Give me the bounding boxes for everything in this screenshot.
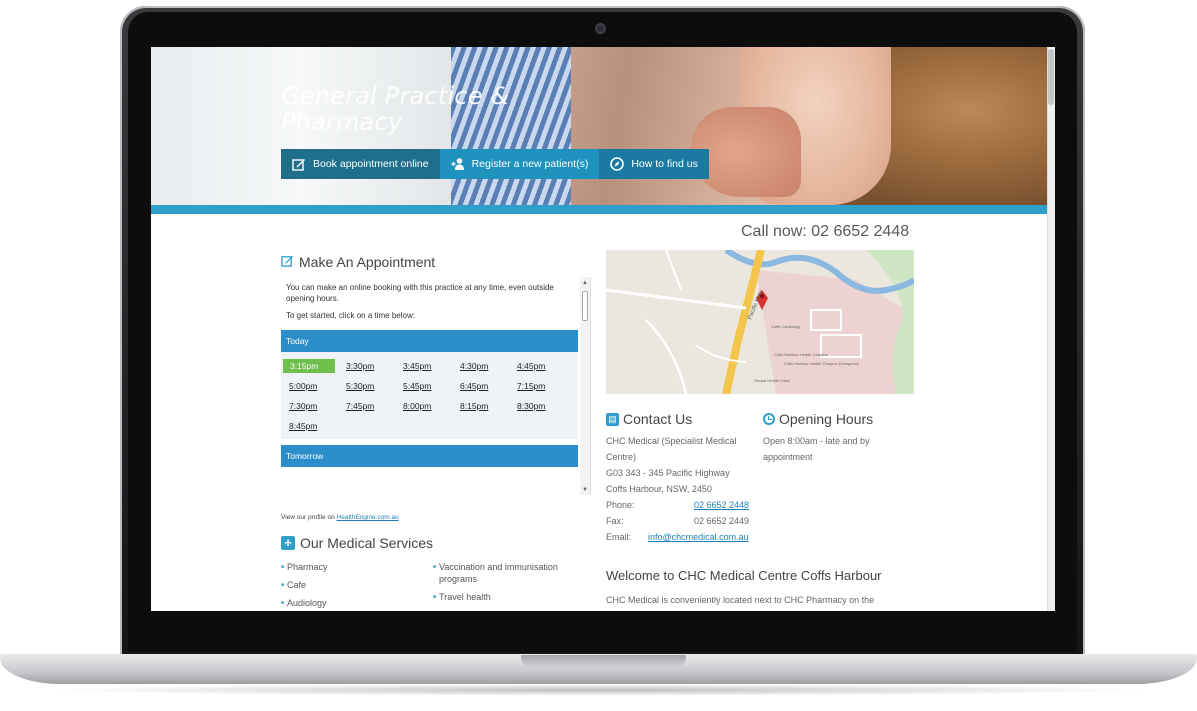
time-slot-grid: 3:15pm 3:30pm 3:45pm 4:30pm 4:45pm 5:00pm 5:30…	[281, 352, 578, 439]
hours-text: Open 8:00am - late and by appointment	[763, 436, 870, 462]
service-label: Vaccination and immunisation programs	[439, 562, 558, 584]
hero-nav: Book appointment online Register a new p…	[281, 149, 709, 179]
fax-value: 02 6652 2449	[694, 516, 750, 526]
edit-icon	[281, 254, 294, 270]
time-slot[interactable]: 7:30pm	[289, 399, 346, 413]
scroll-up-icon[interactable]: ▲	[582, 280, 588, 286]
call-now-text: Call now: 02 6652 2448	[741, 223, 910, 240]
profile-prefix: View our profile on	[281, 514, 335, 521]
contact-book-icon: ▤	[606, 412, 619, 426]
scroll-down-icon[interactable]: ▼	[582, 487, 588, 493]
contact-title: Contact Us	[623, 411, 693, 427]
time-slot[interactable]: 3:45pm	[403, 359, 460, 373]
hours-heading: Opening Hours	[763, 411, 873, 427]
day-header-today: Today	[281, 330, 578, 352]
time-slot[interactable]: 8:15pm	[460, 399, 517, 413]
map-label-clinic: Sexual Health Clinic	[754, 378, 790, 383]
time-slot[interactable]: 7:15pm	[517, 379, 574, 393]
profile-line: View our profile on HealthEngine.com.au	[281, 514, 399, 521]
hero-banner: General Practice & Pharmacy Book appoint…	[151, 47, 1047, 205]
time-slot[interactable]: 3:15pm	[283, 359, 335, 373]
day-header-tomorrow: Tomorrow	[281, 445, 578, 467]
phone-link[interactable]: 02 6652 2448	[694, 497, 749, 513]
services-list-right: Vaccination and immunisation programs Tr…	[433, 561, 585, 609]
service-item: Vaccination and immunisation programs	[433, 561, 585, 585]
phone-label: Phone:	[606, 500, 635, 510]
contact-phone-row: Phone: 02 6652 2448	[606, 497, 766, 513]
service-item: Cafe	[281, 579, 431, 591]
hours-title: Opening Hours	[779, 411, 874, 427]
add-user-icon	[451, 158, 464, 170]
contact-address-line2: Coffs Harbour, NSW, 2450	[606, 484, 712, 494]
services-list-left: Pharmacy Cafe Audiology	[281, 561, 431, 611]
service-label: Cafe	[287, 580, 307, 590]
service-label: Pharmacy	[287, 562, 328, 572]
contact-fax-row: Fax: 02 6652 2449	[606, 513, 766, 529]
fax-label: Fax:	[606, 516, 624, 526]
how-to-find-button[interactable]: How to find us	[599, 149, 709, 179]
appointment-instruction: To get started, click on a time below:	[286, 311, 415, 320]
contact-details: CHC Medical (Specialist Medical Centre) …	[606, 433, 766, 545]
book-appointment-button[interactable]: Book appointment online	[281, 149, 440, 179]
time-slot[interactable]: 7:45pm	[346, 399, 403, 413]
map-label-campus: Coffs Harbour Health Campus	[774, 352, 828, 357]
service-item: Travel health	[433, 591, 585, 603]
laptop-shadow	[40, 684, 1157, 696]
contact-email-row: Email: info@chcmedical.com.au	[606, 529, 766, 545]
map-label-cardiology: Coffs Cardiology	[771, 324, 801, 329]
service-item: Pharmacy	[281, 561, 431, 573]
service-label: Audiology	[287, 598, 327, 608]
time-slot[interactable]: 4:30pm	[460, 359, 517, 373]
service-item: Audiology	[281, 597, 431, 609]
contact-name: CHC Medical (Specialist Medical Centre)	[606, 436, 737, 462]
compass-icon	[610, 157, 625, 171]
hero-divider	[151, 205, 1047, 214]
map-label-emergency: Coffs Harbour Health Campus Emergency	[784, 361, 859, 366]
camera-icon	[595, 23, 606, 34]
register-patient-label: Register a new patient(s)	[471, 158, 589, 170]
time-slot[interactable]: 6:45pm	[460, 379, 517, 393]
services-title: Our Medical Services	[300, 535, 434, 551]
register-patient-button[interactable]: Register a new patient(s)	[439, 149, 600, 179]
how-to-find-label: How to find us	[631, 158, 698, 170]
appointment-widget: You can make an online booking with this…	[281, 277, 591, 495]
welcome-text: CHC Medical is conveniently located next…	[606, 595, 875, 605]
clock-icon	[763, 413, 775, 425]
healthengine-link[interactable]: HealthEngine.com.au	[337, 514, 399, 521]
edit-icon	[292, 159, 305, 171]
contact-heading: ▤ Contact Us	[606, 411, 692, 427]
time-slot[interactable]: 8:00pm	[403, 399, 460, 413]
welcome-heading: Welcome to CHC Medical Centre Coffs Harb…	[606, 568, 882, 583]
time-slot[interactable]: 8:45pm	[289, 419, 346, 433]
scroll-thumb[interactable]	[582, 291, 588, 321]
contact-address-line1: G03 343 - 345 Pacific Highway	[606, 468, 730, 478]
email-link[interactable]: info@chcmedical.com.au	[648, 529, 749, 545]
time-slot[interactable]: 5:00pm	[289, 379, 346, 393]
page-scroll-thumb[interactable]	[1048, 49, 1054, 105]
email-label: Email:	[606, 532, 632, 542]
appointment-heading: Make An Appointment	[281, 254, 435, 270]
laptop-notch	[521, 655, 686, 667]
time-slot[interactable]: 5:30pm	[346, 379, 403, 393]
appointment-scrollbar[interactable]: ▲ ▼	[580, 277, 590, 495]
services-heading: + Our Medical Services	[281, 535, 433, 551]
appointment-title: Make An Appointment	[299, 254, 436, 270]
time-slot[interactable]: 8:30pm	[517, 399, 574, 413]
location-map[interactable]: Pacific Hwy Coffs Harbour Health Campus …	[606, 250, 914, 394]
plus-icon: +	[281, 536, 295, 550]
service-label: Travel health	[439, 592, 491, 602]
time-slot[interactable]: 3:30pm	[346, 359, 403, 373]
hero-title: General Practice & Pharmacy	[281, 82, 510, 136]
time-slot[interactable]: 5:45pm	[403, 379, 460, 393]
page-scrollbar[interactable]	[1047, 47, 1055, 611]
browser-viewport: General Practice & Pharmacy Book appoint…	[151, 47, 1055, 611]
book-appointment-label: Book appointment online	[313, 158, 429, 170]
time-slot[interactable]: 4:45pm	[517, 359, 574, 373]
appointment-intro: You can make an online booking with this…	[286, 283, 554, 303]
